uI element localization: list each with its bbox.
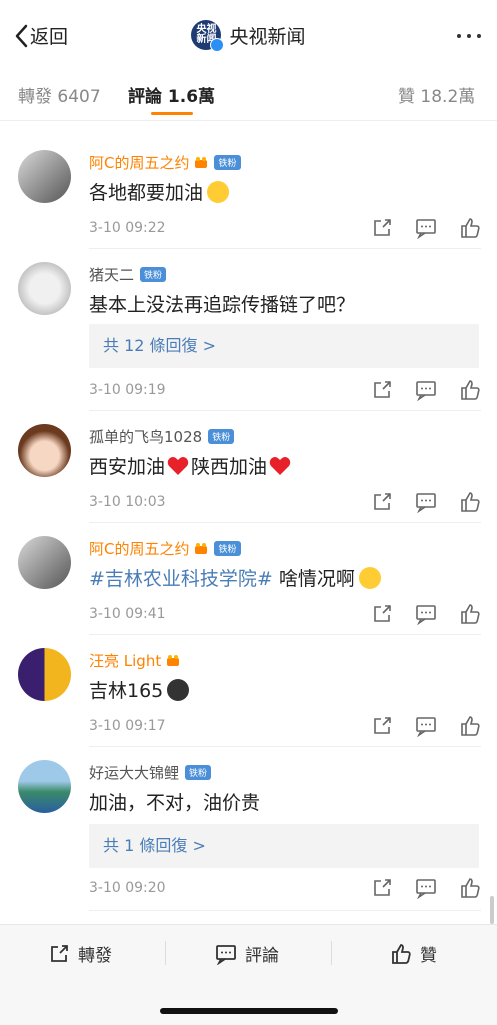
- crown-icon: [195, 543, 208, 554]
- comment-username[interactable]: 阿C的周五之约 铁粉: [89, 538, 241, 559]
- comment-icon[interactable]: [415, 877, 437, 899]
- page-title: 央视新闻: [229, 25, 306, 48]
- heart-icon: [269, 456, 291, 475]
- comment-time: 3-10 09:22: [89, 220, 166, 236]
- active-tab-indicator: [151, 112, 193, 115]
- fan-badge: 铁粉: [214, 155, 241, 170]
- avatar[interactable]: [18, 760, 71, 813]
- share-icon[interactable]: [371, 877, 393, 899]
- comment-text: #吉林农业科技学院# 啥情况啊: [89, 564, 381, 591]
- crown-icon: [167, 655, 180, 666]
- scrollbar[interactable]: [490, 896, 494, 924]
- like-icon[interactable]: [459, 603, 481, 625]
- comment-actions: [371, 603, 481, 625]
- divider: [89, 248, 481, 249]
- fan-badge: 铁粉: [214, 541, 241, 556]
- tab-separator: [0, 120, 497, 121]
- like-icon[interactable]: [459, 217, 481, 239]
- fan-badge: 铁粉: [140, 267, 167, 282]
- comment-icon[interactable]: [415, 217, 437, 239]
- home-indicator[interactable]: [160, 1008, 338, 1014]
- comment-time: 3-10 09:41: [89, 606, 166, 622]
- comment-text: 各地都要加油: [89, 178, 230, 205]
- divider: [89, 634, 481, 635]
- tab-like[interactable]: 贊 18.2萬: [398, 82, 475, 107]
- avatar[interactable]: [18, 648, 71, 701]
- share-icon[interactable]: [371, 379, 393, 401]
- share-icon[interactable]: [371, 603, 393, 625]
- crown-icon: [195, 157, 208, 168]
- comment-time: 3-10 10:03: [89, 494, 166, 510]
- comment-text: 西安加油 陕西加油: [89, 452, 291, 479]
- comment-time: 3-10 09:19: [89, 382, 166, 398]
- comment-username[interactable]: 汪亮 Light: [89, 650, 180, 671]
- like-icon[interactable]: [459, 715, 481, 737]
- like-icon[interactable]: [459, 491, 481, 513]
- view-replies-link[interactable]: 共 12 條回復 >: [89, 324, 479, 368]
- comment-icon[interactable]: [415, 491, 437, 513]
- comment-icon[interactable]: [415, 603, 437, 625]
- divider: [89, 746, 481, 747]
- comment-icon: [216, 944, 236, 965]
- cctv-news-logo: 央视 新闻: [191, 20, 225, 52]
- avatar[interactable]: [18, 150, 71, 203]
- comment-actions: [371, 217, 481, 239]
- avatar[interactable]: [18, 424, 71, 477]
- repost-button[interactable]: 轉發: [48, 941, 112, 966]
- comment-text: 基本上没法再追踪传播链了吧？: [89, 294, 356, 316]
- share-icon[interactable]: [371, 491, 393, 513]
- comment-actions: [371, 379, 481, 401]
- share-icon: [51, 944, 68, 962]
- comment-time: 3-10 09:17: [89, 718, 166, 734]
- tab-repost[interactable]: 轉發 6407: [18, 82, 101, 107]
- divider: [89, 522, 481, 523]
- comment-time: 3-10 09:20: [89, 880, 166, 896]
- avatar[interactable]: [18, 262, 71, 315]
- tab-comment[interactable]: 評論 1.6萬: [128, 82, 215, 107]
- comment-icon[interactable]: [415, 715, 437, 737]
- share-icon[interactable]: [371, 217, 393, 239]
- crying-emoji-icon: [207, 180, 230, 203]
- comment-actions: [371, 877, 481, 899]
- like-icon: [392, 943, 411, 964]
- comment-text: 吉林165: [89, 676, 190, 703]
- fan-badge: 铁粉: [208, 429, 235, 444]
- comment-username[interactable]: 阿C的周五之约 铁粉: [89, 152, 241, 173]
- more-options-icon[interactable]: [457, 34, 481, 38]
- like-button[interactable]: 贊: [390, 941, 437, 966]
- like-icon[interactable]: [459, 379, 481, 401]
- comment-icon[interactable]: [415, 379, 437, 401]
- heart-icon: [167, 456, 189, 475]
- comment-username[interactable]: 好运大大锦鲤 铁粉: [89, 762, 212, 783]
- comment-username[interactable]: 猪天二 铁粉: [89, 264, 167, 285]
- divider: [331, 941, 332, 965]
- comment-button[interactable]: 評論: [215, 941, 279, 966]
- comment-username[interactable]: 孤单的飞鸟1028 铁粉: [89, 426, 235, 447]
- verified-icon: [210, 38, 225, 52]
- crying-emoji-icon: [358, 566, 381, 589]
- top-nav-bar: 返回 央视 新闻 央视新闻: [0, 0, 497, 70]
- comment-text: 加油，不对，油价贵: [89, 792, 261, 814]
- view-replies-link[interactable]: 共 1 條回復 >: [89, 824, 479, 868]
- share-icon[interactable]: [371, 715, 393, 737]
- comment-actions: [371, 491, 481, 513]
- avatar[interactable]: [18, 536, 71, 589]
- nav-title-group: 央视 新闻 央视新闻: [0, 20, 497, 52]
- divider: [89, 410, 481, 411]
- divider: [89, 910, 481, 911]
- fan-badge: 铁粉: [185, 765, 212, 780]
- dark-emoji-icon: [167, 678, 190, 701]
- bottom-action-bar: 轉發 評論 贊: [0, 924, 497, 1025]
- divider: [165, 941, 166, 965]
- comment-actions: [371, 715, 481, 737]
- like-icon[interactable]: [459, 877, 481, 899]
- topic-hashtag-link[interactable]: #吉林农业科技学院#: [89, 564, 273, 591]
- tab-bar: 轉發 6407 評論 1.6萬 贊 18.2萬: [0, 70, 497, 118]
